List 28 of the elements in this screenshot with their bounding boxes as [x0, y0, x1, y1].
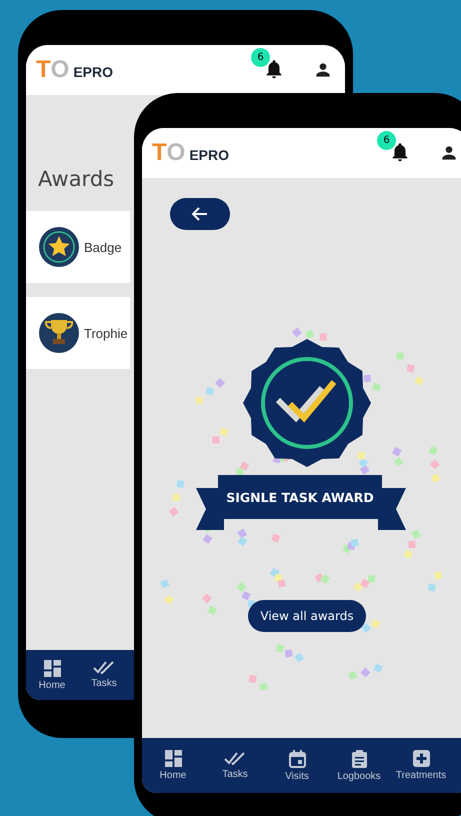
nav-tab[interactable]: Visits [266, 738, 328, 793]
nav-tab[interactable]: Home [142, 738, 204, 793]
star-badge-icon [38, 226, 80, 268]
nav-tab[interactable]: Treatments [390, 738, 452, 793]
nav-tab[interactable]: Home [26, 650, 78, 700]
nav-tab[interactable]: Tasks [78, 650, 130, 700]
notification-count: 6 [251, 48, 270, 67]
grid-icon [44, 660, 60, 676]
award-category-row[interactable]: Trophie [26, 297, 130, 369]
back-arrow-icon [192, 207, 208, 221]
calendar-icon [288, 750, 306, 768]
grid-icon [164, 750, 182, 767]
app-logo: TO EPRO [152, 139, 230, 167]
view-all-awards-button[interactable]: View all awards [248, 600, 366, 632]
award-badge-icon [242, 338, 372, 468]
award-category-row[interactable]: Badge [26, 211, 130, 283]
double-check-icon [224, 752, 246, 766]
nav-tab[interactable]: Logbooks [328, 738, 390, 793]
double-check-icon [93, 661, 115, 675]
app-logo: TO EPRO [36, 56, 114, 84]
back-button[interactable] [170, 198, 230, 230]
clipboard-icon [352, 750, 366, 768]
nav-tab[interactable]: Tasks [204, 738, 266, 793]
notification-count: 6 [377, 131, 396, 150]
trophy-icon [38, 312, 80, 354]
page-title: Awards [38, 167, 114, 193]
medical-plus-icon [412, 750, 430, 767]
award-title-banner: SIGNLE TASK AWARD [218, 475, 382, 519]
